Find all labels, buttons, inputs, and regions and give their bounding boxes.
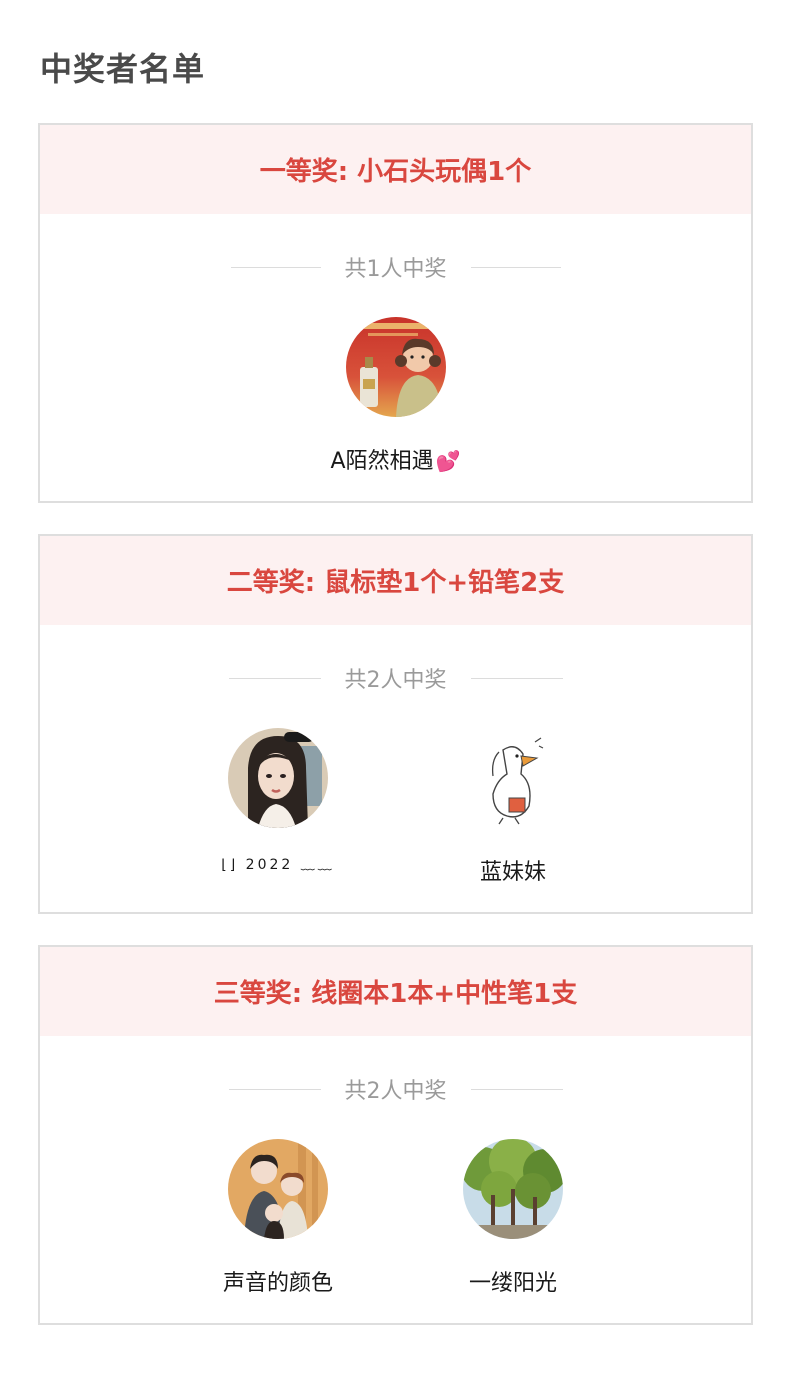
winner-item[interactable]: A陌然相遇 💕 <box>331 317 460 475</box>
winner-count-row: 共2人中奖 <box>40 1073 751 1105</box>
prize-title: 一等奖: 小石头玩偶1个 <box>40 125 751 214</box>
page-title: 中奖者名单 <box>40 50 206 88</box>
trees-avatar-image <box>463 1139 563 1239</box>
winner-list: 声音的颜色 一缕阳光 <box>40 1139 751 1297</box>
divider-line <box>470 1088 563 1090</box>
cartoon-family-avatar-image <box>228 1139 328 1239</box>
prize-card-third: 三等奖: 线圈本1本+中性笔1支 共2人中奖 声音的颜色 一缕阳光 <box>38 945 753 1325</box>
winner-name: 一缕阳光 <box>468 1271 557 1296</box>
winner-name: A陌然相遇 💕 <box>330 449 461 474</box>
winner-item[interactable]: 蓝妹妹 <box>463 728 563 886</box>
avatar[interactable] <box>345 317 446 417</box>
winner-item[interactable]: 声音的颜色 <box>223 1139 333 1297</box>
winner-count: 共1人中奖 <box>344 257 447 282</box>
winner-list: ⌊⌋ 2022 ﹏﹏ 蓝妹妹 <box>40 728 751 886</box>
heart-emoji-icon: 💕 <box>435 449 461 473</box>
winner-name: ⌊⌋ 2022 ﹏﹏ <box>221 857 335 873</box>
winner-count: 共2人中奖 <box>344 1079 447 1104</box>
divider-line <box>228 677 321 679</box>
winner-count: 共2人中奖 <box>344 668 447 693</box>
winner-count-row: 共1人中奖 <box>40 251 751 283</box>
avatar[interactable] <box>228 1139 328 1239</box>
prize-card-first: 一等奖: 小石头玩偶1个 共1人中奖 A陌然相遇 💕 <box>38 123 753 503</box>
avatar[interactable] <box>228 728 328 828</box>
prize-card-second: 二等奖: 鼠标垫1个+铅笔2支 共2人中奖 ⌊⌋ 2022 ﹏﹏ 蓝妹妹 <box>38 534 753 914</box>
divider-line <box>228 1088 321 1090</box>
avatar[interactable] <box>463 1139 563 1239</box>
divider-line <box>230 266 321 268</box>
winner-list: A陌然相遇 💕 <box>40 317 751 475</box>
avatar[interactable] <box>463 728 563 828</box>
divider-line <box>470 677 563 679</box>
winner-item[interactable]: 一缕阳光 <box>463 1139 563 1297</box>
winner-count-row: 共2人中奖 <box>40 662 751 694</box>
cartoon-duck-avatar-image <box>463 728 563 828</box>
prize-title: 三等奖: 线圈本1本+中性笔1支 <box>40 947 751 1036</box>
divider-line <box>470 266 561 268</box>
perfume-girl-avatar-image <box>345 317 446 417</box>
winner-name: 声音的颜色 <box>223 1271 334 1296</box>
winner-name: 蓝妹妹 <box>479 860 546 885</box>
illustrated-woman-avatar-image <box>228 728 328 828</box>
prize-title: 二等奖: 鼠标垫1个+铅笔2支 <box>40 536 751 625</box>
winner-item[interactable]: ⌊⌋ 2022 ﹏﹏ <box>221 728 332 886</box>
